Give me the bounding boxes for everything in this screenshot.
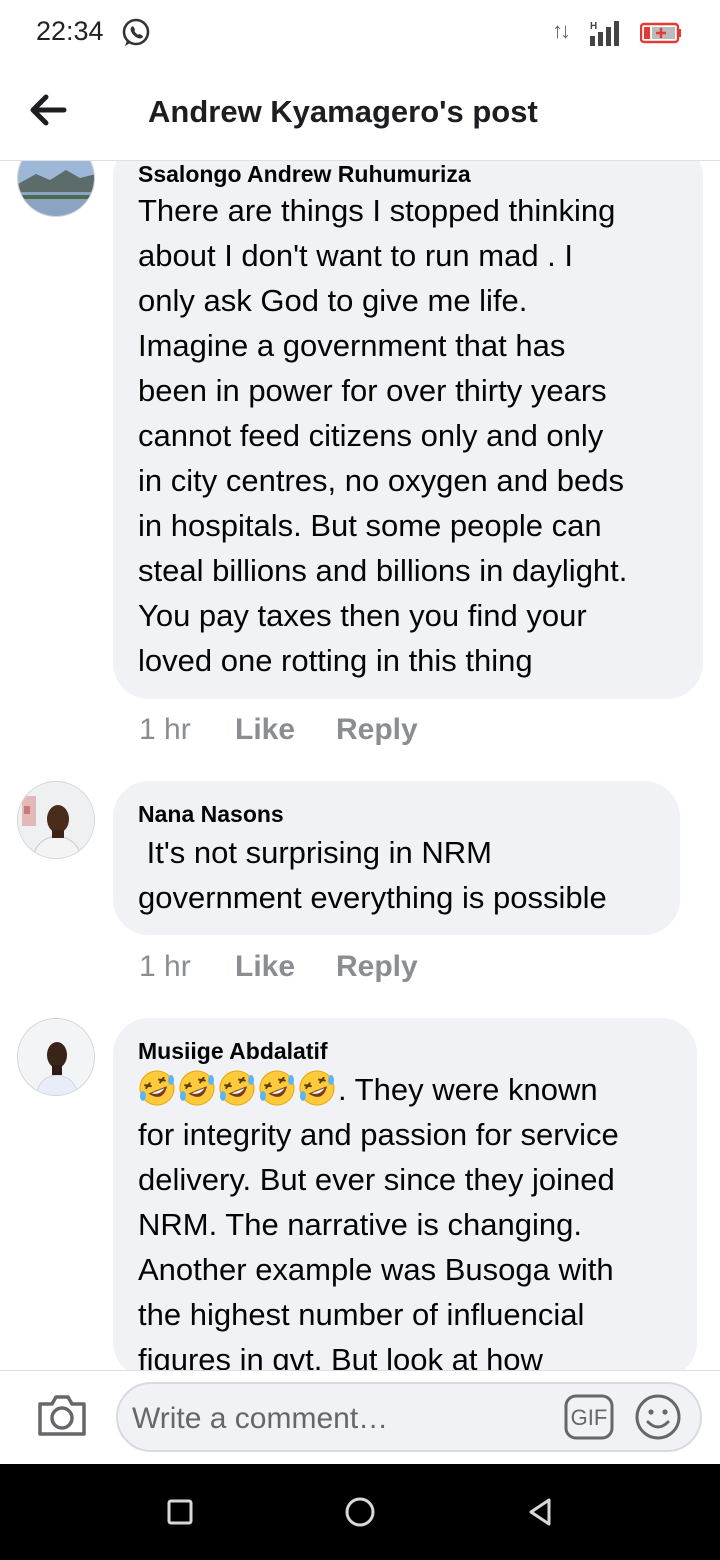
comment-composer: Write a comment… GIF xyxy=(0,1370,720,1465)
battery-icon xyxy=(640,22,681,44)
comment-line: loved one rotting in this thing xyxy=(138,643,533,678)
comment-line: . They were known xyxy=(138,1067,619,1112)
reply-button[interactable]: Reply xyxy=(336,950,418,984)
comment-line: only ask God to give me life. xyxy=(138,283,528,318)
back-triangle-icon[interactable] xyxy=(520,1492,560,1532)
post-header: Andrew Kyamagero's post xyxy=(0,66,720,161)
person-avatar-image xyxy=(18,1019,94,1095)
landscape-avatar-image xyxy=(18,161,94,216)
like-button[interactable]: Like xyxy=(235,713,295,747)
comment-line: for integrity and passion for service xyxy=(138,1117,619,1152)
comment-author[interactable]: Ssalongo Andrew Ruhumuriza xyxy=(138,161,471,188)
camera-icon[interactable] xyxy=(36,1392,88,1438)
comment-line: It's not surprising in NRM xyxy=(138,835,492,870)
comment-line: Imagine a government that has xyxy=(138,328,566,363)
comment-line-text: . They were known xyxy=(338,1072,598,1107)
comment-line: government everything is possible xyxy=(138,880,607,915)
system-nav-bar xyxy=(0,1464,720,1560)
rolling-on-floor-laughing-emoji xyxy=(299,1070,335,1106)
comments-list: Ssalongo Andrew Ruhumuriza There are thi… xyxy=(0,161,720,1370)
svg-text:GIF: GIF xyxy=(571,1405,608,1430)
comment-line: in hospitals. But some people can xyxy=(138,508,602,543)
comment-line: been in power for over thirty years xyxy=(138,373,607,408)
comment-line: figures in gvt. But look at how xyxy=(138,1342,543,1370)
page-title: Andrew Kyamagero's post xyxy=(148,94,538,129)
comment-line: the highest number of influencial xyxy=(138,1297,585,1332)
rolling-on-floor-laughing-emoji xyxy=(139,1070,175,1106)
laughing-emoji-group xyxy=(138,1070,338,1107)
status-time: 22:34 xyxy=(36,16,104,46)
home-icon[interactable] xyxy=(340,1492,380,1532)
comment-line: about I don't want to run mad . I xyxy=(138,238,574,273)
comment-bubble: Musiige Abdalatif . They were known for … xyxy=(113,1018,697,1370)
comment-line: steal billions and billions in daylight. xyxy=(138,553,628,588)
rolling-on-floor-laughing-emoji xyxy=(259,1070,295,1106)
comment-text: It's not surprising in NRM government ev… xyxy=(138,830,607,920)
gif-icon[interactable]: GIF xyxy=(564,1394,614,1440)
avatar[interactable] xyxy=(17,1018,95,1096)
like-button[interactable]: Like xyxy=(235,950,295,984)
back-arrow-icon[interactable] xyxy=(24,88,72,132)
comment-input[interactable]: Write a comment… GIF xyxy=(116,1382,702,1452)
comment-line: cannot feed citizens only and only xyxy=(138,418,604,453)
comment-author[interactable]: Nana Nasons xyxy=(138,801,284,828)
avatar[interactable] xyxy=(17,781,95,859)
smiley-icon[interactable] xyxy=(634,1393,682,1441)
comment-line: You pay taxes then you find your xyxy=(138,598,587,633)
comment-time: 1 hr xyxy=(139,713,191,746)
comment-bubble: Ssalongo Andrew Ruhumuriza There are thi… xyxy=(113,161,703,699)
person-avatar-image xyxy=(18,782,94,858)
rolling-on-floor-laughing-emoji xyxy=(179,1070,215,1106)
comment-bubble: Nana Nasons It's not surprising in NRM g… xyxy=(113,781,680,935)
signal-icon: H xyxy=(590,21,619,46)
whatsapp-icon xyxy=(122,18,150,46)
avatar[interactable] xyxy=(17,161,95,217)
comment-author[interactable]: Musiige Abdalatif xyxy=(138,1038,328,1065)
comment-text: There are things I stopped thinking abou… xyxy=(138,188,627,683)
recent-apps-icon[interactable] xyxy=(160,1492,200,1532)
comment-time: 1 hr xyxy=(139,950,191,983)
comment-text: . They were known for integrity and pass… xyxy=(138,1067,619,1370)
comment-line: There are things I stopped thinking xyxy=(138,193,616,228)
comment-line: NRM. The narrative is changing. xyxy=(138,1207,582,1242)
data-transfer-icon: ↑↓ xyxy=(552,18,571,43)
status-bar: 22:34 ↑↓ H xyxy=(0,0,720,66)
comment-placeholder: Write a comment… xyxy=(132,1402,389,1435)
comment-line: Another example was Busoga with xyxy=(138,1252,614,1287)
svg-text:H: H xyxy=(590,21,597,32)
rolling-on-floor-laughing-emoji xyxy=(219,1070,255,1106)
comment-line: delivery. But ever since they joined xyxy=(138,1162,615,1197)
reply-button[interactable]: Reply xyxy=(336,713,418,747)
comment-line: in city centres, no oxygen and beds xyxy=(138,463,624,498)
